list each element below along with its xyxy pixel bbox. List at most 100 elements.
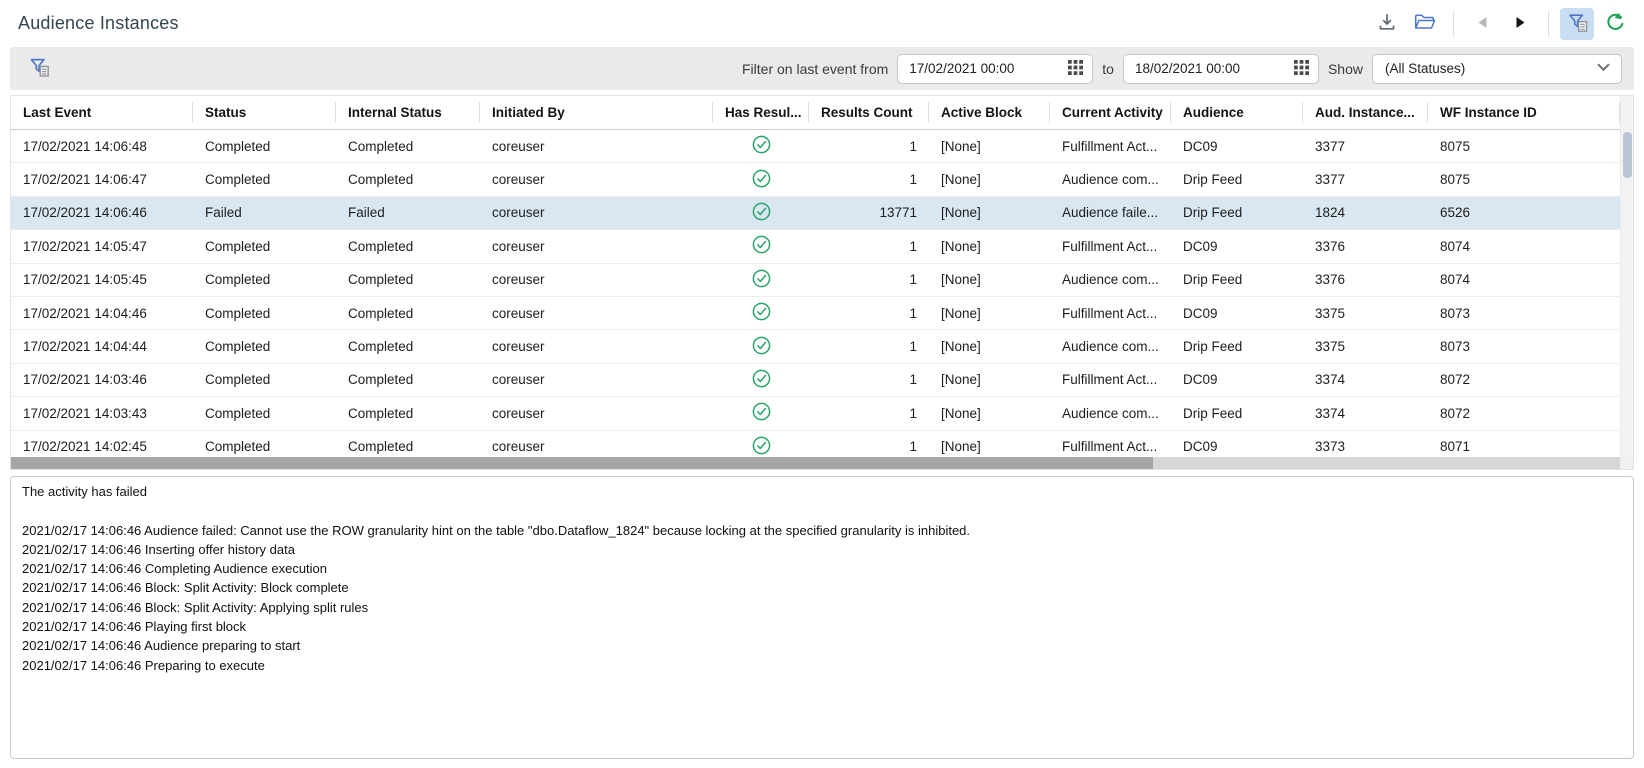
cell-wf_instance_id: 8075: [1428, 163, 1620, 195]
cell-last_event: 17/02/2021 14:04:46: [11, 297, 193, 329]
cell-initiated_by: coreuser: [480, 297, 713, 329]
cell-initiated_by: coreuser: [480, 330, 713, 362]
table-row[interactable]: 17/02/2021 14:03:46CompletedCompletedcor…: [11, 364, 1620, 397]
column-header-results_count[interactable]: Results Count: [809, 96, 929, 129]
cell-internal_status: Completed: [336, 364, 480, 396]
column-header-status[interactable]: Status: [193, 96, 336, 129]
column-header-active_block[interactable]: Active Block: [929, 96, 1050, 129]
table-row[interactable]: 17/02/2021 14:05:47CompletedCompletedcor…: [11, 230, 1620, 263]
cell-aud_instance: 3374: [1303, 397, 1428, 429]
column-header-initiated_by[interactable]: Initiated By: [480, 96, 713, 129]
cell-status: Completed: [193, 264, 336, 296]
log-line: 2021/02/17 14:06:46 Playing first block: [22, 617, 1622, 636]
has-results-check-icon: [752, 302, 771, 324]
cell-aud_instance: 3376: [1303, 264, 1428, 296]
cell-last_event: 17/02/2021 14:06:46: [11, 197, 193, 229]
cell-initiated_by: coreuser: [480, 163, 713, 195]
download-icon: [1376, 11, 1398, 36]
vertical-scrollbar[interactable]: [1620, 96, 1633, 457]
column-header-last_event[interactable]: Last Event: [11, 96, 193, 129]
status-filter-select[interactable]: (All Statuses): [1372, 54, 1622, 84]
download-button[interactable]: [1370, 8, 1404, 40]
forward-icon: [1513, 15, 1528, 33]
refresh-button[interactable]: [1598, 8, 1632, 40]
table-row[interactable]: 17/02/2021 14:04:46CompletedCompletedcor…: [11, 297, 1620, 330]
table-row[interactable]: 17/02/2021 14:03:43CompletedCompletedcor…: [11, 397, 1620, 430]
cell-internal_status: Completed: [336, 130, 480, 162]
cell-has_results: [713, 163, 809, 195]
table-row[interactable]: 17/02/2021 14:05:45CompletedCompletedcor…: [11, 264, 1620, 297]
date-from-input[interactable]: 17/02/2021 00:00: [897, 54, 1093, 84]
cell-status: Failed: [193, 197, 336, 229]
table-row[interactable]: 17/02/2021 14:06:47CompletedCompletedcor…: [11, 163, 1620, 196]
cell-results_count: 1: [809, 397, 929, 429]
cell-active_block: [None]: [929, 197, 1050, 229]
vertical-scrollbar-thumb[interactable]: [1623, 132, 1632, 178]
cell-last_event: 17/02/2021 14:02:45: [11, 431, 193, 458]
cell-active_block: [None]: [929, 130, 1050, 162]
cell-internal_status: Completed: [336, 297, 480, 329]
cell-active_block: [None]: [929, 431, 1050, 458]
cell-status: Completed: [193, 330, 336, 362]
has-results-check-icon: [752, 402, 771, 424]
calendar-icon[interactable]: [1294, 60, 1309, 78]
cell-active_block: [None]: [929, 297, 1050, 329]
cell-internal_status: Failed: [336, 197, 480, 229]
forward-button[interactable]: [1503, 8, 1537, 40]
cell-results_count: 1: [809, 330, 929, 362]
cell-current_activity: Fulfillment Act...: [1050, 297, 1171, 329]
cell-results_count: 13771: [809, 197, 929, 229]
cell-aud_instance: 3373: [1303, 431, 1428, 458]
horizontal-scrollbar-thumb[interactable]: [11, 457, 1153, 469]
column-header-internal_status[interactable]: Internal Status: [336, 96, 480, 129]
cell-results_count: 1: [809, 230, 929, 262]
table-row[interactable]: 17/02/2021 14:02:45CompletedCompletedcor…: [11, 431, 1620, 458]
cell-audience: Drip Feed: [1171, 197, 1303, 229]
column-header-wf_instance_id[interactable]: WF Instance ID: [1428, 96, 1620, 129]
filter-summary-button[interactable]: [22, 53, 56, 85]
cell-aud_instance: 3375: [1303, 330, 1428, 362]
cell-has_results: [713, 264, 809, 296]
cell-aud_instance: 3377: [1303, 130, 1428, 162]
cell-internal_status: Completed: [336, 230, 480, 262]
column-header-current_activity[interactable]: Current Activity: [1050, 96, 1171, 129]
calendar-icon[interactable]: [1068, 60, 1083, 78]
column-header-aud_instance[interactable]: Aud. Instance...: [1303, 96, 1428, 129]
filter-toolbar: Filter on last event from 17/02/2021 00:…: [10, 47, 1634, 90]
has-results-check-icon: [752, 235, 771, 257]
cell-status: Completed: [193, 364, 336, 396]
open-folder-button[interactable]: [1408, 8, 1442, 40]
refresh-icon: [1604, 11, 1626, 36]
has-results-check-icon: [752, 169, 771, 191]
filter-list-icon: [26, 54, 52, 83]
cell-active_block: [None]: [929, 330, 1050, 362]
filter-view-toggle-button[interactable]: [1560, 8, 1594, 40]
cell-audience: Drip Feed: [1171, 397, 1303, 429]
filter-controls: Filter on last event from 17/02/2021 00:…: [742, 54, 1622, 84]
log-line: 2021/02/17 14:06:46 Completing Audience …: [22, 559, 1622, 578]
cell-active_block: [None]: [929, 163, 1050, 195]
cell-current_activity: Audience com...: [1050, 264, 1171, 296]
log-line: 2021/02/17 14:06:46 Inserting offer hist…: [22, 540, 1622, 559]
column-header-has_results[interactable]: Has Resul...: [713, 96, 809, 129]
table-row[interactable]: 17/02/2021 14:04:44CompletedCompletedcor…: [11, 330, 1620, 363]
column-header-audience[interactable]: Audience: [1171, 96, 1303, 129]
date-to-input[interactable]: 18/02/2021 00:00: [1123, 54, 1319, 84]
cell-has_results: [713, 330, 809, 362]
cell-initiated_by: coreuser: [480, 431, 713, 458]
log-line: [22, 501, 1622, 520]
table-row[interactable]: 17/02/2021 14:06:48CompletedCompletedcor…: [11, 130, 1620, 163]
cell-has_results: [713, 297, 809, 329]
back-button[interactable]: [1465, 8, 1499, 40]
chevron-down-icon: [1596, 61, 1611, 76]
cell-has_results: [713, 197, 809, 229]
table-row[interactable]: 17/02/2021 14:06:46FailedFailedcoreuser1…: [11, 197, 1620, 230]
horizontal-scrollbar[interactable]: [11, 457, 1620, 469]
cell-active_block: [None]: [929, 264, 1050, 296]
cell-aud_instance: 3374: [1303, 364, 1428, 396]
has-results-check-icon: [752, 202, 771, 224]
filter-from-label: Filter on last event from: [742, 61, 888, 77]
table-body: 17/02/2021 14:06:48CompletedCompletedcor…: [11, 130, 1633, 458]
cell-status: Completed: [193, 431, 336, 458]
show-label: Show: [1328, 61, 1363, 77]
